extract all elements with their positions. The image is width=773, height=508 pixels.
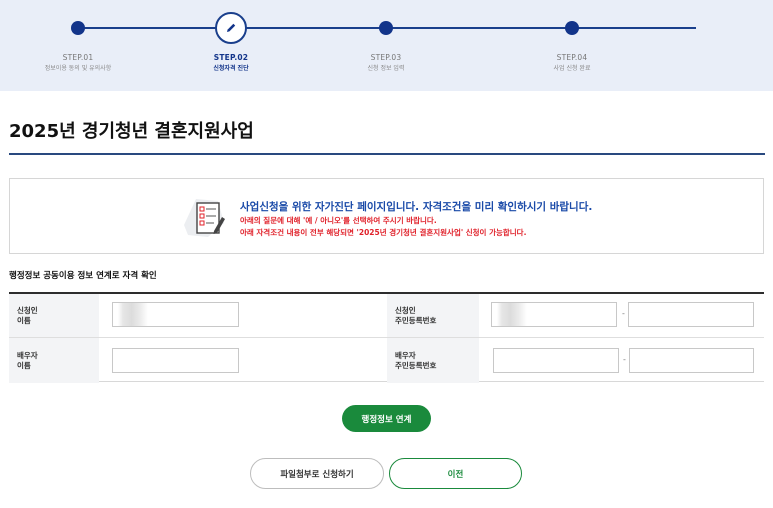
page-title: 2025년 경기청년 결혼지원사업 <box>9 121 254 142</box>
spouse-name-label-line1: 배우자 <box>17 350 38 360</box>
notice-eligibility-text: 아래 자격조건 내용이 전부 해당되면 '2025년 경기청년 결혼지원사업' … <box>240 228 527 237</box>
applicant-rrn-dash: - <box>622 309 625 318</box>
spouse-rrn-label-line2: 주민등록번호 <box>395 360 437 370</box>
applicant-rrn-back-input[interactable] <box>628 302 754 327</box>
spouse-rrn-dash: - <box>623 355 626 364</box>
step-3-dot <box>379 21 393 35</box>
step-1-label: 정보이용 동의 및 유의사항 <box>44 65 112 72</box>
step-2-number: STEP.02 <box>213 53 249 62</box>
step-1-number: STEP.01 <box>62 53 94 62</box>
step-3-number: STEP.03 <box>370 53 402 62</box>
spouse-name-label: 배우자 이름 <box>9 338 99 383</box>
applicant-rrn-label: 신청인 주민등록번호 <box>387 294 479 337</box>
spouse-rrn-label-line1: 배우자 <box>395 350 416 360</box>
step-2-active-circle <box>215 12 247 44</box>
spouse-rrn-front-input[interactable] <box>493 348 619 373</box>
title-divider <box>9 153 765 155</box>
section-title: 행정정보 공동이용 정보 연계로 자격 확인 <box>9 271 157 281</box>
previous-button[interactable]: 이전 <box>389 458 522 489</box>
applicant-name-label-line2: 이름 <box>17 315 31 325</box>
applicant-name-label: 신청인 이름 <box>9 294 99 337</box>
applicant-rrn-label-line1: 신청인 <box>395 305 416 315</box>
applicant-name-label-line1: 신청인 <box>17 305 38 315</box>
spouse-rrn-label: 배우자 주민등록번호 <box>387 338 479 383</box>
step-2-label: 신청자격 진단 <box>213 65 249 72</box>
step-progress: STEP.01 정보이용 동의 및 유의사항 STEP.02 신청자격 진단 S… <box>0 0 773 91</box>
pencil-icon <box>227 23 236 32</box>
applicant-name-input[interactable] <box>112 302 239 327</box>
notice-instruction-text: 아래의 질문에 대해 '예 / 아니오'를 선택하여 주시기 바랍니다. <box>240 216 437 225</box>
step-4-number: STEP.04 <box>556 53 588 62</box>
admin-info-link-button[interactable]: 행정정보 연계 <box>342 405 431 432</box>
spouse-rrn-back-input[interactable] <box>629 348 754 373</box>
notice-main-text: 사업신청을 위한 자가진단 페이지입니다. 자격조건을 미리 확인하시기 바랍니… <box>240 201 593 213</box>
applicant-rrn-front-input[interactable] <box>491 302 617 327</box>
eligibility-form-table: 신청인 이름 신청인 주민등록번호 - 배우자 이름 배우자 주민등록번호 - <box>9 292 764 383</box>
checklist-document-icon <box>178 195 234 239</box>
step-1-dot <box>71 21 85 35</box>
step-4-label: 사업 신청 완료 <box>553 65 591 72</box>
file-attach-apply-button[interactable]: 파일첨부로 신청하기 <box>250 458 384 489</box>
step-4-dot <box>565 21 579 35</box>
step-3-label: 신청 정보 입력 <box>367 65 405 72</box>
applicant-rrn-label-line2: 주민등록번호 <box>395 315 437 325</box>
spouse-name-label-line2: 이름 <box>17 360 31 370</box>
spouse-name-input[interactable] <box>112 348 239 373</box>
notice-box: 사업신청을 위한 자가진단 페이지입니다. 자격조건을 미리 확인하시기 바랍니… <box>9 178 764 254</box>
